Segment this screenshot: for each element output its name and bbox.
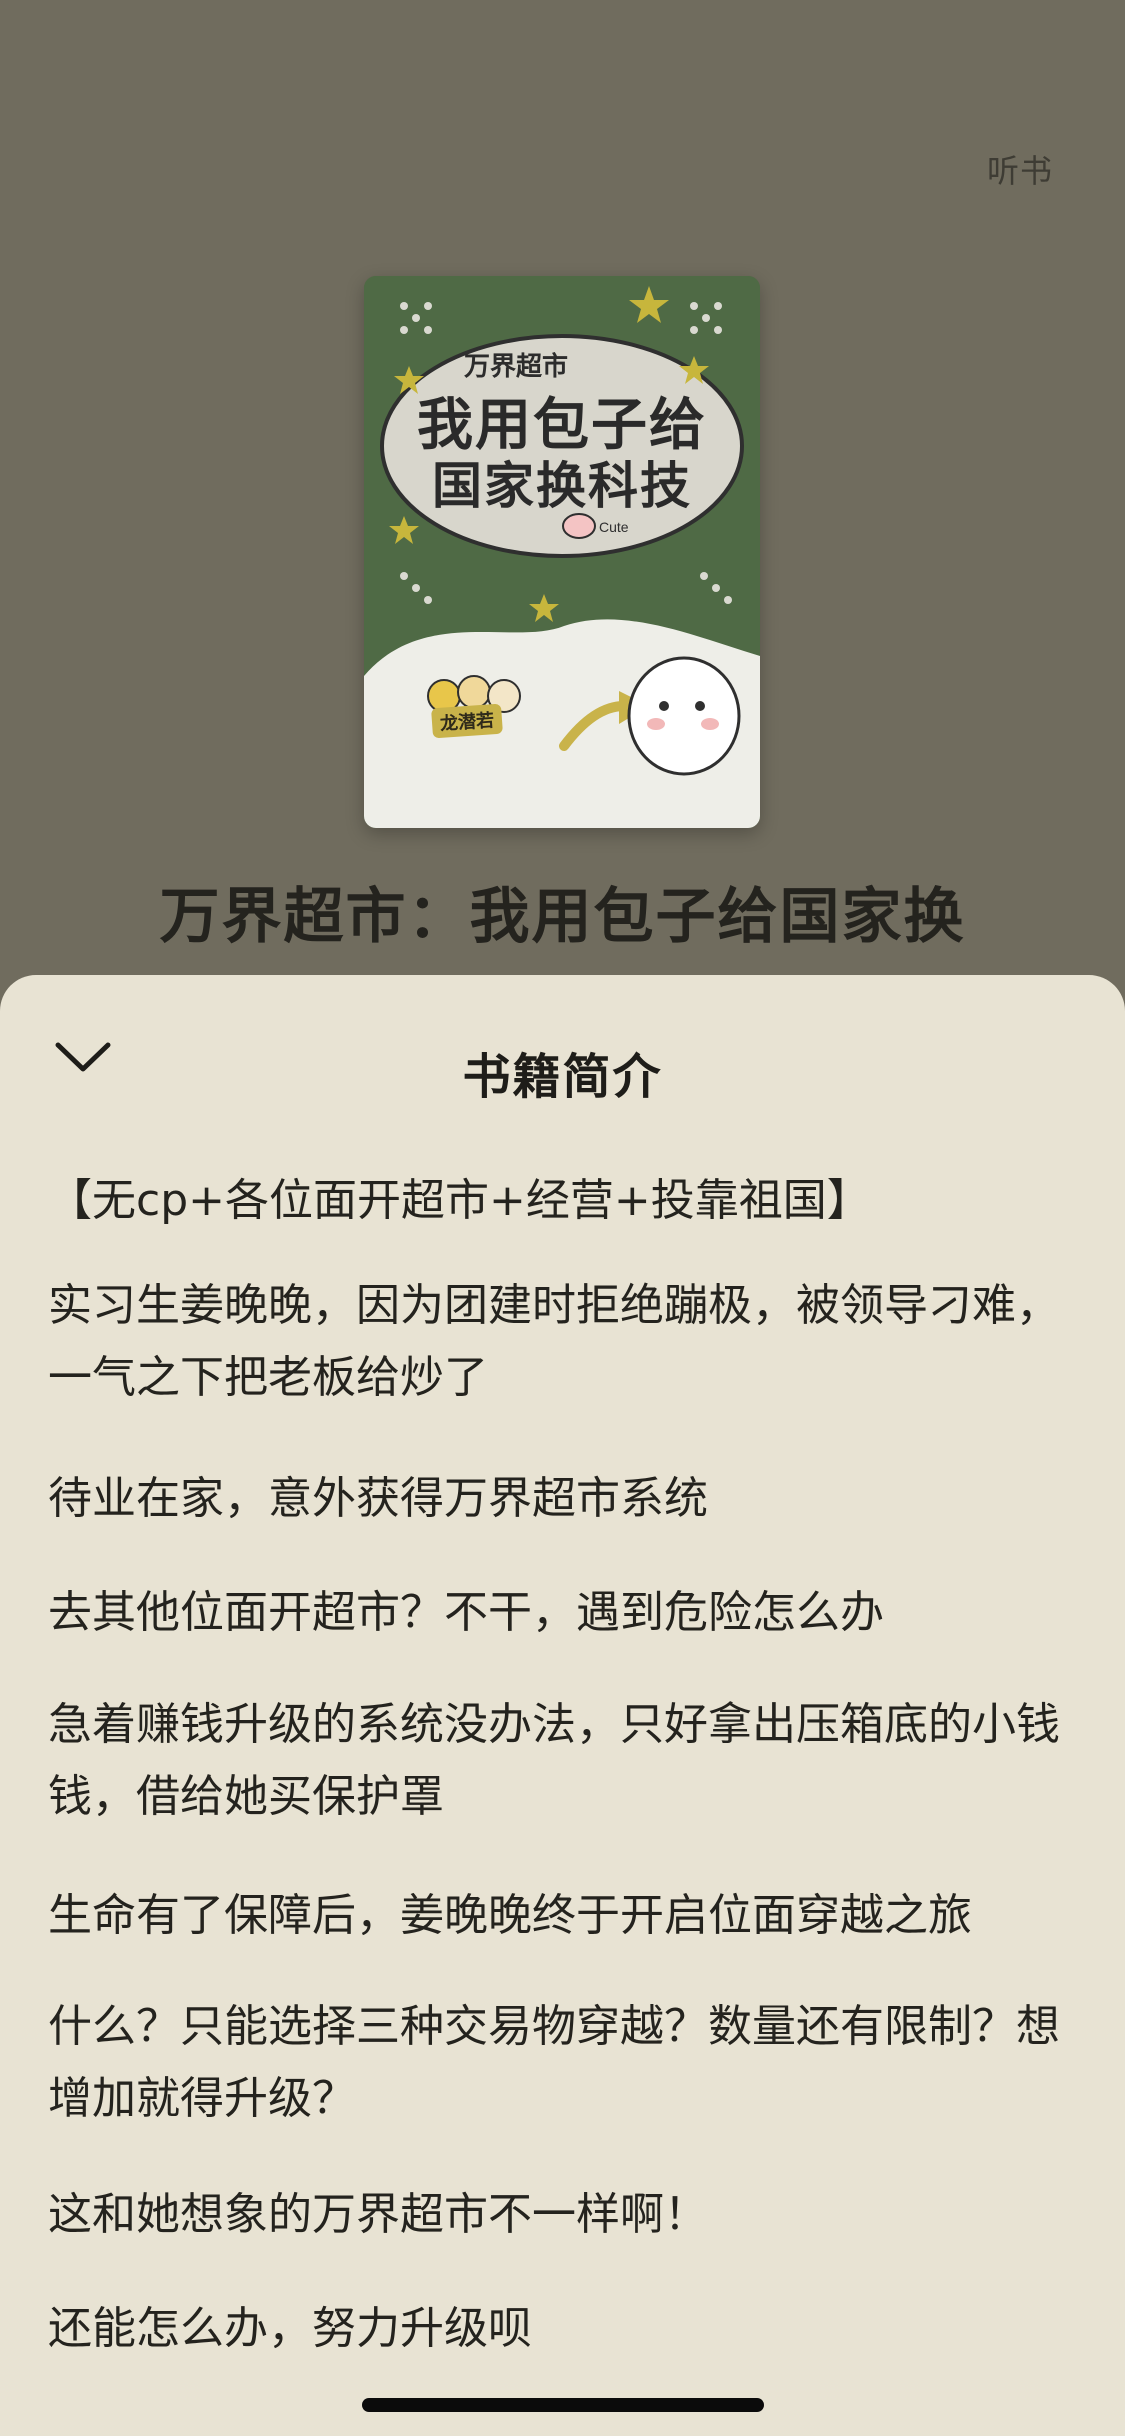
synopsis-paragraph: 还能怎么办，努力升级呗: [48, 2303, 532, 2354]
book-title: 万界超市：我用包子给国家换: [159, 882, 966, 952]
synopsis-paragraph: 什么？只能选择三种交易物穿越？数量还有限制？想增加就得升级？: [48, 2001, 1060, 2124]
home-indicator[interactable]: [362, 2398, 764, 2412]
synopsis-paragraph: 急着赚钱升级的系统没办法，只好拿出压箱底的小钱钱，借给她买保护罩: [48, 1699, 1060, 1822]
synopsis-paragraph: 生命有了保障后，姜晚晚终于开启位面穿越之旅: [48, 1890, 972, 1941]
sheet-header: 书籍简介: [0, 975, 1125, 1165]
book-cover: Cute 万界超市 我用包子给 国家换科技 龙潜若: [364, 276, 760, 828]
synopsis-sheet: 书籍简介 【无cp+各位面开超市+经营+投靠祖国】 实习生姜晚晚，因为团建时拒绝…: [0, 975, 1125, 2436]
cover-logo-text: Cute: [599, 519, 629, 535]
cover-title-line2: 国家换科技: [432, 457, 692, 515]
synopsis-paragraph: 【无cp+各位面开超市+经营+投靠祖国】: [48, 1175, 871, 1226]
synopsis-paragraph: 去其他位面开超市？不干，遇到危险怎么办: [48, 1587, 884, 1638]
cover-author-badge: 龙潜若: [431, 703, 503, 739]
listen-book-link[interactable]: 听书: [987, 146, 1053, 192]
cover-series-text: 万界超市: [464, 352, 569, 382]
synopsis-paragraph: 实习生姜晚晚，因为团建时拒绝蹦极，被领导刁难，一气之下把老板给炒了: [48, 1280, 1060, 1403]
synopsis-paragraph: 待业在家，意外获得万界超市系统: [48, 1473, 708, 1524]
sheet-title: 书籍简介: [462, 1049, 663, 1105]
synopsis-paragraph: 这和她想象的万界超市不一样啊！: [48, 2189, 708, 2240]
